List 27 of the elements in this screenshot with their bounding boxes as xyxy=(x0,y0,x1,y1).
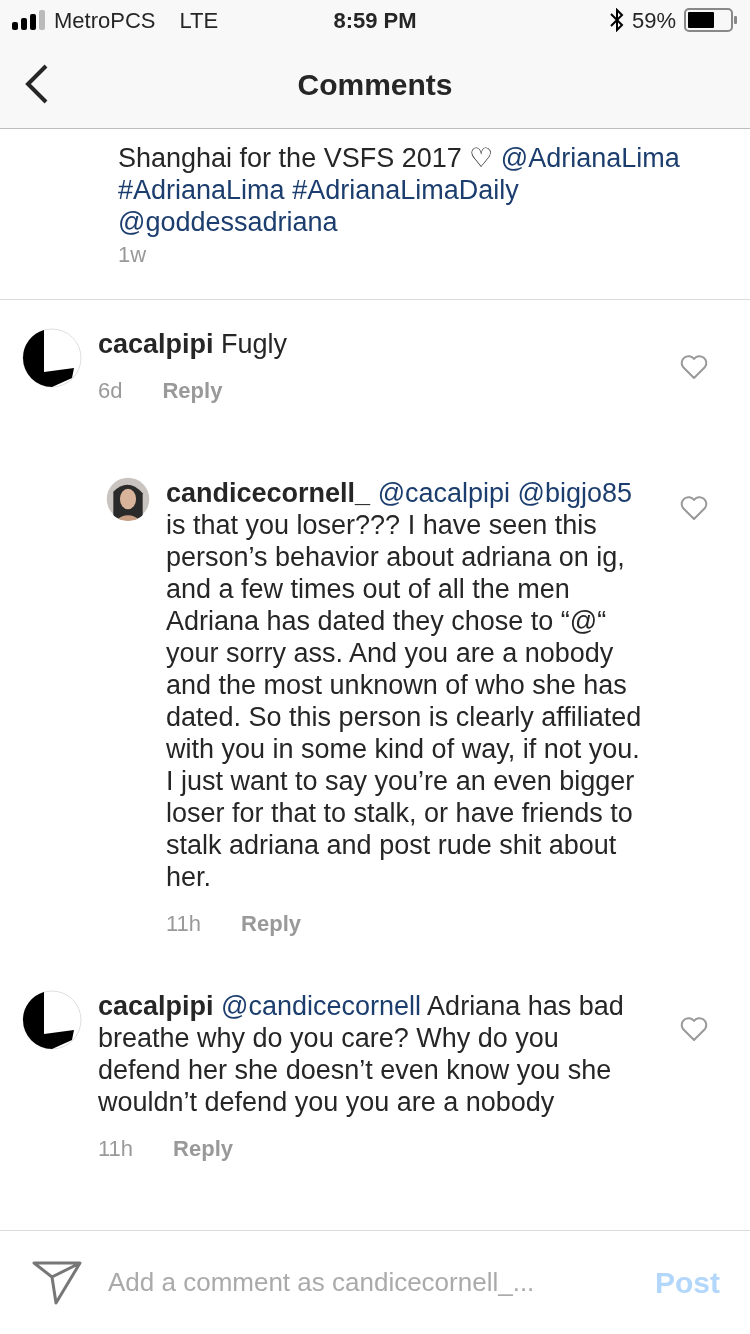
bluetooth-icon xyxy=(609,8,624,32)
comment-text: cacalpipi Fugly xyxy=(98,328,289,360)
mention-link[interactable]: @goddessadriana xyxy=(118,207,338,237)
timestamp: 6d xyxy=(98,377,123,405)
like-button[interactable] xyxy=(680,495,708,521)
timestamp: 11h xyxy=(98,1135,134,1163)
mention-link[interactable]: @candicecornell xyxy=(221,991,422,1021)
mention-link[interactable]: @cacalpipi xyxy=(377,478,511,508)
network-type: LTE xyxy=(179,6,219,35)
battery-icon xyxy=(684,8,738,32)
status-time: 8:59 PM xyxy=(333,7,417,33)
mention-link[interactable]: @AdrianaLima xyxy=(500,143,680,173)
comment-text: cacalpipi @candicecornell Adriana has bad breathe why do you care? Why do you defend her she doesn’t even know you she wouldn’t defend you you are a nobody xyxy=(98,990,625,1118)
carrier-name: MetroPCS xyxy=(54,6,156,35)
timestamp: 1w xyxy=(118,242,147,267)
like-button[interactable] xyxy=(680,354,708,380)
mention-link[interactable]: #AdrianaLima xyxy=(118,175,285,205)
like-button[interactable] xyxy=(680,1016,708,1042)
signal-icon xyxy=(12,10,46,30)
mention-link[interactable]: @bigjo85 xyxy=(517,478,633,508)
caption-text: Shanghai for the VSFS 2017 ♡ @AdrianaLima #AdrianaLima #AdrianaLimaDaily @goddessadriana xyxy=(118,142,681,238)
screen-title: Comments xyxy=(297,66,453,103)
mention-link[interactable]: #AdrianaLimaDaily xyxy=(292,175,519,205)
send-icon[interactable] xyxy=(32,1259,82,1306)
battery-percentage: 59% xyxy=(631,6,676,35)
comment-text: candicecornell_ @cacalpipi @bigjo85 is that you loser??? I have seen this person’s behavior about adriana on ig, and a few times out of all the men Adriana has dated they chose to “@“ your sorry ass. And you are a nobody and the most unknown of who she has dated. So this person is clearly affiliated with you in some kind of way, if not you. I just want to say you’re an even bigger loser for that to stalk, or have friends to stalk adriana and post rude shit about her. xyxy=(166,477,642,893)
timestamp: 11h xyxy=(166,910,202,938)
